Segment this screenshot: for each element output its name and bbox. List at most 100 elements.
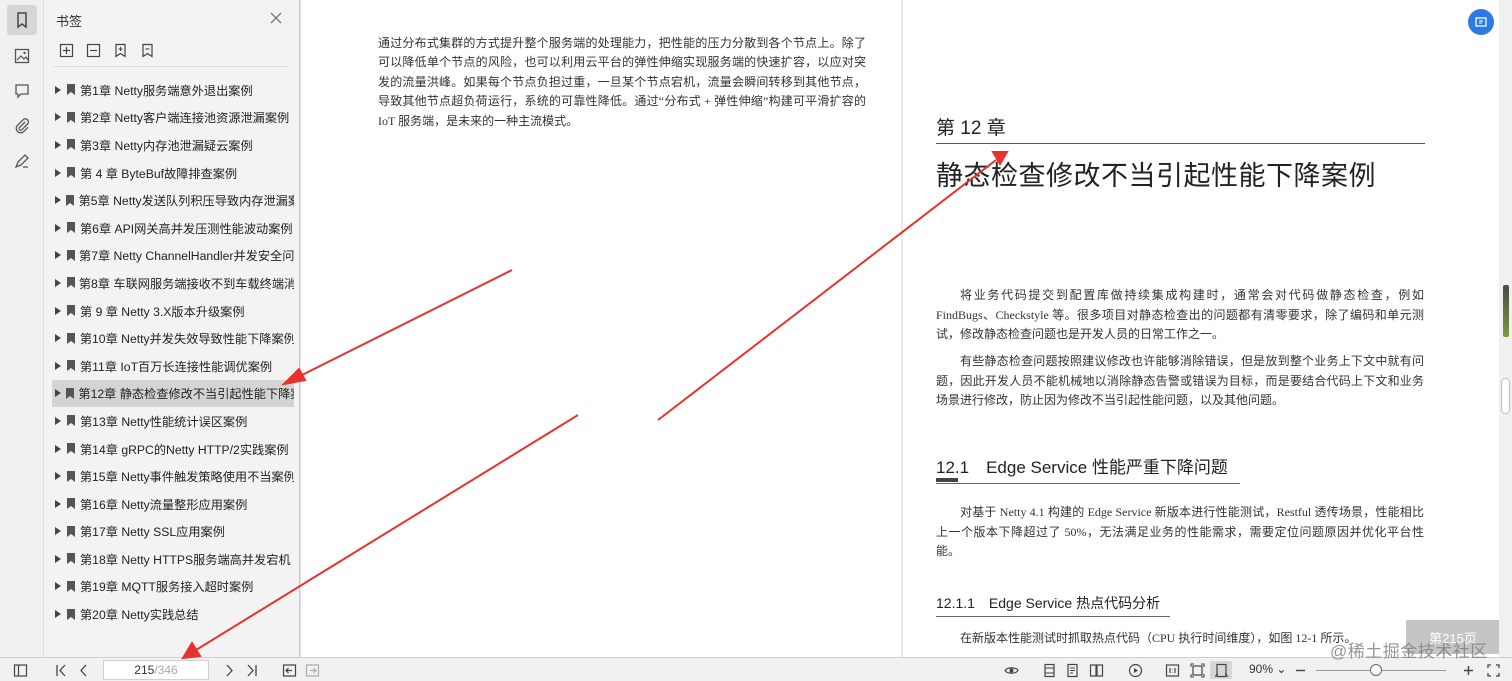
sidebar-toggle-icon[interactable]	[10, 661, 30, 679]
close-icon[interactable]	[268, 10, 284, 26]
expand-caret-icon[interactable]	[55, 306, 63, 315]
bookmark-item[interactable]: 第1章 Netty服务端意外退出案例	[52, 76, 294, 104]
bookmark-item[interactable]: 第7章 Netty ChannelHandler并发安全问题	[52, 242, 294, 270]
section-heading-marker	[936, 478, 958, 482]
bookmark-item[interactable]: 第14章 gRPC的Netty HTTP/2实践案例	[52, 435, 294, 463]
first-page-icon[interactable]	[51, 661, 71, 679]
body-paragraph: 对基于 Netty 4.1 构建的 Edge Service 新版本进行性能测试…	[936, 505, 1424, 559]
expand-caret-icon[interactable]	[55, 527, 63, 536]
collapse-all-icon[interactable]	[85, 42, 102, 59]
expand-caret-icon[interactable]	[55, 140, 63, 149]
expand-caret-icon[interactable]	[55, 85, 63, 94]
thumbnail-icon[interactable]	[7, 41, 37, 71]
expand-caret-icon[interactable]	[55, 278, 63, 287]
signature-icon[interactable]	[7, 146, 37, 176]
bookmark-item[interactable]: 第11章 IoT百万长连接性能调优案例	[52, 352, 294, 380]
bookmark-icon	[67, 498, 77, 510]
expand-caret-icon[interactable]	[55, 223, 63, 232]
expand-caret-icon[interactable]	[55, 554, 63, 563]
fit-page-icon[interactable]	[1187, 661, 1207, 679]
bookmark-item[interactable]: 第 4 章 ByteBuf故障排查案例	[52, 159, 294, 187]
expand-caret-icon[interactable]	[55, 196, 62, 205]
bookmark-item[interactable]: 第16章 Netty流量整形应用案例	[52, 490, 294, 518]
expand-caret-icon[interactable]	[55, 361, 63, 370]
actual-size-icon[interactable]	[1162, 661, 1182, 679]
scrollbar-thumb[interactable]	[1501, 378, 1510, 414]
bookmark-item[interactable]: 第17章 Netty SSL应用案例	[52, 518, 294, 546]
bookmark-item[interactable]: 第8章 车联网服务端接收不到车载终端消息	[52, 269, 294, 297]
prev-page-icon[interactable]	[73, 661, 93, 679]
scroll-position-gauge	[1503, 285, 1509, 337]
bookmark-label: 第15章 Netty事件触发策略使用不当案例	[79, 470, 294, 485]
last-page-icon[interactable]	[241, 661, 261, 679]
bookmark-label: 第3章 Netty内存池泄漏疑云案例	[80, 138, 253, 153]
expand-caret-icon[interactable]	[55, 610, 63, 619]
expand-caret-icon[interactable]	[55, 168, 63, 177]
bookmark-item[interactable]: 第15章 Netty事件触发策略使用不当案例	[52, 462, 294, 490]
watermark-text: @稀土掘金技术社区	[1330, 642, 1488, 661]
bookmark-item[interactable]: 第6章 API网关高并发压测性能波动案例	[52, 214, 294, 242]
bookmark-label: 第1章 Netty服务端意外退出案例	[80, 83, 253, 98]
bookmark-icon	[67, 305, 77, 317]
bookmark-panel-icon[interactable]	[7, 5, 37, 35]
continuous-page-icon[interactable]	[1062, 661, 1082, 679]
play-icon[interactable]	[1125, 661, 1145, 679]
eye-protection-icon[interactable]	[1000, 661, 1022, 679]
body-paragraph: 通过分布式集群的方式提升整个服务端的处理能力，把性能的压力分散到各个节点上。除了…	[378, 36, 866, 128]
expand-caret-icon[interactable]	[55, 389, 62, 398]
pdf-reader-window: 书签 第1章 Netty服务端意外退出案例 第2章 Netty客户端连接池资源泄漏…	[0, 0, 1512, 681]
bookmark-label: 第2章 Netty客户端连接池资源泄漏案例	[80, 111, 290, 126]
bookmark-item[interactable]: 第 9 章 Netty 3.X版本升级案例	[52, 297, 294, 325]
bookmark-label: 第11章 IoT百万长连接性能调优案例	[80, 359, 273, 374]
zoom-level[interactable]: 90% ⌄	[1249, 662, 1286, 676]
bookmark-item[interactable]: 第13章 Netty性能统计误区案例	[52, 407, 294, 435]
zoom-value: 90%	[1249, 662, 1274, 676]
expand-caret-icon[interactable]	[55, 334, 63, 343]
expand-caret-icon[interactable]	[55, 444, 63, 453]
page-number-input[interactable]: 215/346	[103, 660, 209, 680]
bookmark-label: 第14章 gRPC的Netty HTTP/2实践案例	[80, 442, 289, 457]
left-tool-rail	[0, 0, 44, 657]
comment-icon[interactable]	[7, 76, 37, 106]
fit-width-icon[interactable]	[1210, 661, 1232, 679]
forward-icon[interactable]	[302, 661, 322, 679]
attachment-icon[interactable]	[7, 111, 37, 141]
zoom-out-icon[interactable]	[1292, 661, 1308, 679]
body-paragraph: 将业务代码提交到配置库做持续集成构建时，通常会对代码做静态检查，例如 FindB…	[936, 288, 1424, 342]
zoom-in-icon[interactable]	[1460, 661, 1476, 679]
bookmark-item[interactable]: 第18章 Netty HTTPS服务端高并发宕机	[52, 545, 294, 573]
zoom-slider-handle[interactable]	[1370, 664, 1382, 676]
bookmark-label: 第18章 Netty HTTPS服务端高并发宕机	[80, 552, 291, 567]
current-page: 215	[134, 663, 155, 677]
bookmark-item[interactable]: 第10章 Netty并发失效导致性能下降案例	[52, 324, 294, 352]
chapter-title: 静态检查修改不当引起性能下降案例	[936, 161, 1376, 191]
expand-caret-icon[interactable]	[55, 113, 63, 122]
add-bookmark-icon[interactable]	[112, 42, 129, 59]
bookmark-item[interactable]: 第19章 MQTT服务接入超时案例	[52, 573, 294, 601]
bookmark-icon	[66, 249, 76, 261]
reader-mode-button[interactable]	[1468, 9, 1494, 35]
expand-caret-icon[interactable]	[55, 582, 63, 591]
expand-caret-icon[interactable]	[55, 251, 63, 260]
document-view[interactable]: 通过分布式集群的方式提升整个服务端的处理能力，把性能的压力分散到各个节点上。除了…	[301, 0, 1499, 657]
bookmark-icon	[67, 443, 77, 455]
bookmark-item[interactable]: 第20章 Netty实践总结	[52, 600, 294, 628]
vertical-scrollbar[interactable]	[1499, 0, 1512, 657]
bookmark-item[interactable]: 第12章 静态检查修改不当引起性能下降案例	[52, 379, 294, 408]
expand-caret-icon[interactable]	[55, 472, 63, 481]
bookmark-toolbar	[58, 42, 156, 59]
bookmark-item[interactable]: 第3章 Netty内存池泄漏疑云案例	[52, 131, 294, 159]
back-icon[interactable]	[279, 661, 299, 679]
fullscreen-icon[interactable]	[1484, 661, 1502, 679]
bookmark-label: 第12章 静态检查修改不当引起性能下降案例	[78, 387, 294, 402]
bookmark-item[interactable]: 第2章 Netty客户端连接池资源泄漏案例	[52, 104, 294, 132]
expand-caret-icon[interactable]	[55, 416, 63, 425]
double-page-icon[interactable]	[1085, 661, 1107, 679]
expand-caret-icon[interactable]	[55, 499, 63, 508]
remove-bookmark-icon[interactable]	[139, 42, 156, 59]
single-page-icon[interactable]	[1039, 661, 1059, 679]
next-page-icon[interactable]	[219, 661, 239, 679]
bookmark-icon	[66, 194, 75, 206]
expand-all-icon[interactable]	[58, 42, 75, 59]
bookmark-item[interactable]: 第5章 Netty发送队列积压导致内存泄漏案例	[52, 186, 294, 214]
